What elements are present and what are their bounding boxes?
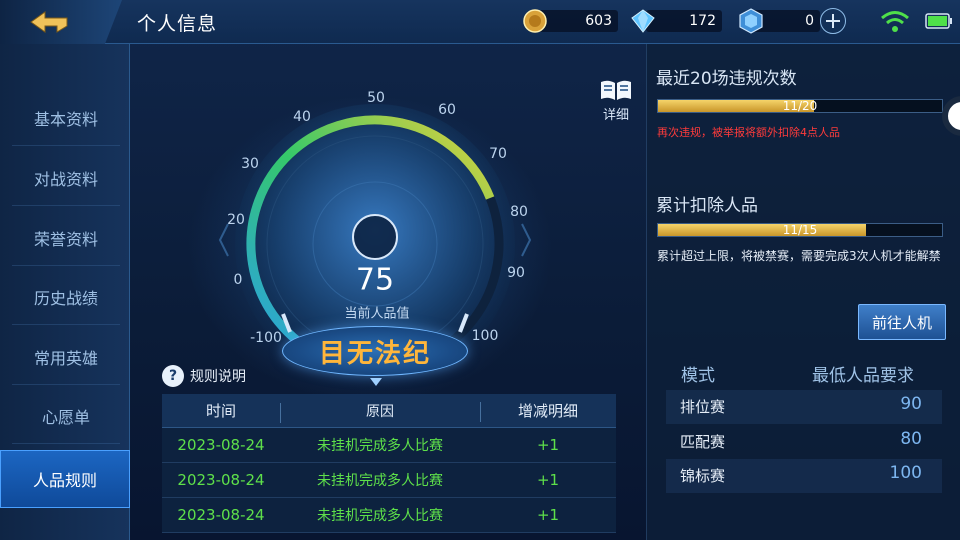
back-arrow-icon [30,11,68,33]
mode-name: 匹配赛 [680,433,726,451]
mode-min-credit: 90 [900,394,922,414]
violations-progress-bar: 11/20 [657,99,943,113]
gauge-tick-0: 0 [233,272,243,288]
gauge-tick-minus-100: -100 [250,330,282,346]
violations-title: 最近20场违规次数 [656,69,797,89]
mode-row-match: 匹配赛 80 [666,425,942,459]
sidebar-item-battle-info[interactable]: 对战资料 [12,150,120,206]
mode-min-credit: 80 [900,429,922,449]
row-reason: 未挂机完成多人比赛 [317,473,443,489]
detail-button[interactable]: 详细 [596,78,636,124]
mode-name: 排位赛 [680,398,726,416]
deduct-progress-text: 11/15 [782,223,818,237]
gauge-tick-80: 80 [510,204,528,220]
table-row: 2023-08-24 未挂机完成多人比赛 +1 [162,463,616,498]
violations-progress-text: 11/20 [782,99,818,113]
gauge-tick-50: 50 [367,90,385,106]
gauge-tick-30: 30 [241,156,259,172]
sidebar-item-wishlist[interactable]: 心愿单 [12,388,120,444]
go-to-ai-match-button[interactable]: 前往人机 [858,304,946,340]
diamond-resource: 172 [630,8,722,34]
column-header-change: 增减明细 [480,400,616,422]
row-reason: 未挂机完成多人比赛 [317,438,443,454]
coupon-resource: 0 [738,8,820,34]
gauge-tick-60: 60 [438,102,456,118]
rank-title-banner: 目无法纪 [282,326,468,376]
gold-value: 603 [585,13,612,29]
mode-name: 锦标赛 [680,467,726,485]
sidebar-item-basic-info[interactable]: 基本资料 [12,90,120,146]
gauge-tick-100: 100 [471,328,499,344]
table-header: 时间 原因 增减明细 [162,394,616,428]
row-change: +1 [536,471,560,489]
coupon-value: 0 [805,13,814,29]
credit-history-table: 时间 原因 增减明细 2023-08-24 未挂机完成多人比赛 +1 2023-… [162,394,616,533]
credit-gauge [218,104,532,374]
gold-resource: 603 [522,8,618,34]
add-currency-button[interactable] [820,8,846,34]
sidebar: 基本资料 对战资料 荣誉资料 历史战绩 常用英雄 心愿单 人品规则 [0,44,130,540]
row-change: +1 [536,436,560,454]
gauge-tick-40: 40 [293,109,311,125]
plus-icon [826,14,840,28]
diamond-icon [631,9,655,33]
battery-icon [925,13,952,29]
sidebar-item-common-heroes[interactable]: 常用英雄 [12,329,120,385]
credit-score-label: 当前人品值 [344,306,410,322]
deduct-progress-bar: 11/15 [657,223,943,237]
gauge-tick-20: 20 [227,212,245,228]
row-time: 2023-08-24 [177,436,265,454]
wifi-icon [881,11,909,32]
column-header-reason: 原因 [280,401,480,423]
question-icon: ? [162,365,184,387]
mode-row-ranked: 排位赛 90 [666,390,942,424]
sidebar-item-match-history[interactable]: 历史战绩 [12,269,120,325]
credit-score-value: 75 [355,262,395,298]
rules-label: 规则说明 [190,369,246,385]
sidebar-item-credit-rules[interactable]: 人品规则 [0,450,130,508]
row-time: 2023-08-24 [177,506,265,524]
diamond-value: 172 [689,13,716,29]
gauge-tick-90: 90 [507,265,525,281]
page-title: 个人信息 [137,13,218,35]
sidebar-item-honor-info[interactable]: 荣誉资料 [12,210,120,266]
deduct-title: 累计扣除人品 [656,196,758,216]
row-change: +1 [536,506,560,524]
mode-row-tournament: 锦标赛 100 [666,459,942,493]
min-credit-column-header: 最低人品要求 [812,366,914,386]
table-row: 2023-08-24 未挂机完成多人比赛 +1 [162,428,616,463]
book-icon [601,80,631,100]
banner-pointer [370,378,382,386]
rank-title: 目无法纪 [318,338,431,369]
column-header-time: 时间 [205,402,236,420]
rules-explanation-link[interactable]: ? 规则说明 [162,365,246,387]
table-row: 2023-08-24 未挂机完成多人比赛 +1 [162,498,616,533]
mode-min-credit: 100 [889,463,922,483]
row-reason: 未挂机完成多人比赛 [317,508,443,524]
back-button[interactable] [0,0,122,44]
mode-column-header: 模式 [681,366,715,386]
row-time: 2023-08-24 [177,471,265,489]
deduct-note: 累计超过上限，将被禁赛，需要完成3次人机才能解禁 [657,249,941,263]
violation-warning: 再次违规，被举报将额外扣除4点人品 [657,126,840,139]
gold-coin-icon [523,9,547,33]
top-bar: 个人信息 603 172 0 [0,0,960,44]
crystal-coupon-icon [739,8,763,34]
detail-label: 详细 [602,108,629,123]
gauge-tick-70: 70 [489,146,507,162]
